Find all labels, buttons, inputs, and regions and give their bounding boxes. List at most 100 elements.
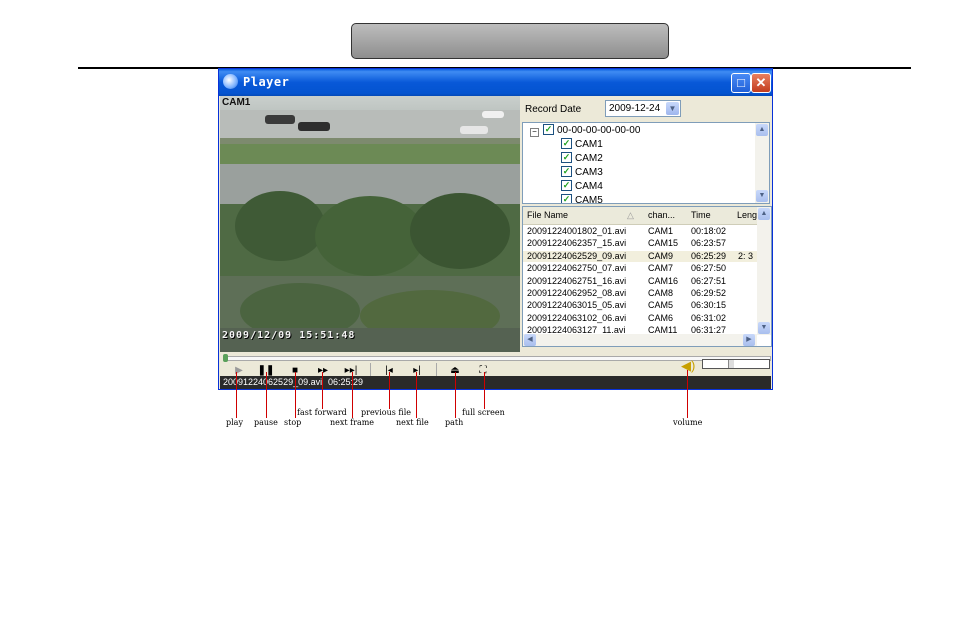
checkbox-icon[interactable]: ✓: [561, 151, 572, 163]
tree-root[interactable]: ✓ 00-00-00-00-00-00: [543, 123, 640, 137]
record-date-select[interactable]: 2009-12-24 ▼: [605, 100, 681, 117]
tree-item-cam2[interactable]: ✓ CAM2: [561, 151, 603, 165]
col-length[interactable]: Leng: [737, 210, 757, 220]
checkbox-icon[interactable]: ✓: [561, 137, 572, 149]
header-bar: [351, 23, 669, 59]
video-frame-image: [220, 96, 520, 352]
record-date-value: 2009-12-24: [609, 103, 661, 114]
tree-item-cam4[interactable]: ✓ CAM4: [561, 179, 603, 193]
checkbox-icon[interactable]: ✓: [561, 179, 572, 191]
table-row[interactable]: 20091224062529_09.avi CAM9 06:25:29 2: 3: [523, 250, 757, 262]
cell-time: 06:25:29: [691, 250, 727, 261]
cell-file: 20091224063015_05.avi: [527, 300, 627, 311]
camera-tree[interactable]: − ✓ 00-00-00-00-00-00 ✓ CAM1 ✓ CAM2 ✓ CAM3 ✓…: [522, 122, 770, 204]
maximize-button[interactable]: □: [731, 73, 751, 93]
sort-icon: △: [627, 210, 634, 220]
table-row[interactable]: 20091224063015_05.avi CAM5 06:30:15: [523, 300, 757, 311]
cell-time: 06:27:51: [691, 275, 727, 286]
tree-scrollbar[interactable]: ▲ ▼: [755, 123, 769, 203]
separator: [436, 363, 437, 377]
cell-file: 20091224063102_06.avi: [527, 312, 627, 323]
table-row[interactable]: 20091224063102_06.avi CAM6 06:31:02: [523, 313, 757, 324]
close-button[interactable]: ✕: [751, 73, 771, 93]
status-bar: 20091224062529_09.avi 06:25:29: [220, 376, 771, 389]
file-list-header: File Name △ chan... Time Leng: [523, 207, 757, 225]
annotation-line: [295, 372, 296, 418]
cell-time: 06:30:15: [691, 300, 727, 311]
scroll-down-icon[interactable]: ▼: [756, 190, 768, 202]
annotation-line: [455, 372, 456, 418]
annotation-next-frame: next frame: [330, 418, 375, 427]
cell-time: 06:31:02: [691, 312, 727, 323]
scroll-right-icon[interactable]: ▶: [743, 334, 755, 346]
cell-time: 06:27:50: [691, 263, 727, 274]
checkbox-icon[interactable]: ✓: [543, 123, 554, 135]
volume-handle[interactable]: [728, 360, 734, 368]
cell-chan: CAM7: [648, 263, 674, 274]
player-window: Player □ ✕ CAM1 2009/12/09 15:51:48 Reco…: [218, 68, 773, 390]
col-time[interactable]: Time: [691, 210, 711, 220]
annotation-volume: volume: [673, 418, 703, 427]
file-list-hscroll[interactable]: ◀ ▶: [523, 334, 757, 346]
annotation-line: [352, 372, 353, 418]
col-file-name[interactable]: File Name: [527, 210, 568, 220]
volume-slider[interactable]: [702, 359, 770, 369]
app-icon: [223, 74, 238, 89]
chevron-down-icon[interactable]: ▼: [666, 102, 679, 115]
cell-file: 20091224062751_16.avi: [527, 275, 627, 286]
tree-item-cam5[interactable]: ✓ CAM5: [561, 193, 603, 203]
annotation-line: [484, 372, 485, 409]
annotation-line: [416, 372, 417, 418]
cell-chan: CAM1: [648, 226, 674, 236]
seek-handle[interactable]: [223, 354, 228, 362]
tree-item-cam1[interactable]: ✓ CAM1: [561, 137, 603, 151]
scroll-up-icon[interactable]: ▲: [758, 208, 770, 220]
cell-file: 20091224062529_09.avi: [527, 250, 627, 261]
cell-time: 06:29:52: [691, 288, 727, 298]
camera-label: CAM1: [222, 97, 251, 108]
title-bar[interactable]: Player □ ✕: [219, 69, 772, 96]
file-list-vscroll[interactable]: ▲ ▼: [757, 207, 771, 335]
status-time: 06:25:29: [328, 377, 364, 387]
table-row[interactable]: 20091224062357_15.avi CAM15 06:23:57: [523, 238, 757, 249]
table-row[interactable]: 20091224062751_16.avi CAM16 06:27:51: [523, 276, 757, 287]
cell-chan: CAM9: [648, 250, 674, 261]
annotation-pause: pause: [254, 418, 278, 427]
tree-item-cam3[interactable]: ✓ CAM3: [561, 165, 603, 179]
cell-chan: CAM5: [648, 300, 674, 311]
checkbox-icon[interactable]: ✓: [561, 193, 572, 203]
cell-chan: CAM16: [648, 275, 679, 286]
separator: [370, 363, 371, 377]
cell-time: 06:23:57: [691, 238, 727, 249]
cell-file: 20091224062952_08.avi: [527, 288, 627, 298]
col-channel[interactable]: chan...: [648, 210, 675, 220]
table-row[interactable]: 20091224062750_07.avi CAM7 06:27:50: [523, 263, 757, 274]
annotation-line: [266, 372, 267, 418]
status-file: 20091224062529_09.avi: [223, 377, 323, 387]
scroll-up-icon[interactable]: ▲: [756, 124, 768, 136]
annotation-line: [389, 372, 390, 409]
scroll-left-icon[interactable]: ◀: [524, 334, 536, 346]
video-view[interactable]: CAM1 2009/12/09 15:51:48: [220, 96, 520, 352]
cell-len: 2: 3: [738, 250, 754, 261]
window-title: Player: [243, 75, 290, 89]
osd-timestamp: 2009/12/09 15:51:48: [222, 330, 356, 341]
cell-file: 20091224062357_15.avi: [527, 238, 627, 249]
annotation-line: [236, 372, 237, 418]
table-row[interactable]: 20091224062952_08.avi CAM8 06:29:52: [523, 288, 757, 299]
collapse-icon[interactable]: −: [530, 128, 539, 137]
annotation-path: path: [445, 418, 464, 427]
annotation-stop: stop: [284, 418, 302, 427]
record-date-label: Record Date: [525, 104, 582, 115]
annotation-next-file: next file: [396, 418, 429, 427]
scroll-down-icon[interactable]: ▼: [758, 322, 770, 334]
cell-file: 20091224001802_01.avi: [527, 226, 627, 236]
file-list[interactable]: File Name △ chan... Time Leng 2009122400…: [522, 206, 772, 347]
cell-file: 20091224062750_07.avi: [527, 263, 627, 274]
speaker-icon[interactable]: ◀): [681, 358, 695, 374]
table-row[interactable]: 20091224001802_01.avi CAM1 00:18:02: [523, 226, 757, 237]
annotation-line: [322, 372, 323, 409]
cell-time: 00:18:02: [691, 226, 727, 236]
annotation-full-screen: full screen: [462, 408, 505, 417]
checkbox-icon[interactable]: ✓: [561, 165, 572, 177]
